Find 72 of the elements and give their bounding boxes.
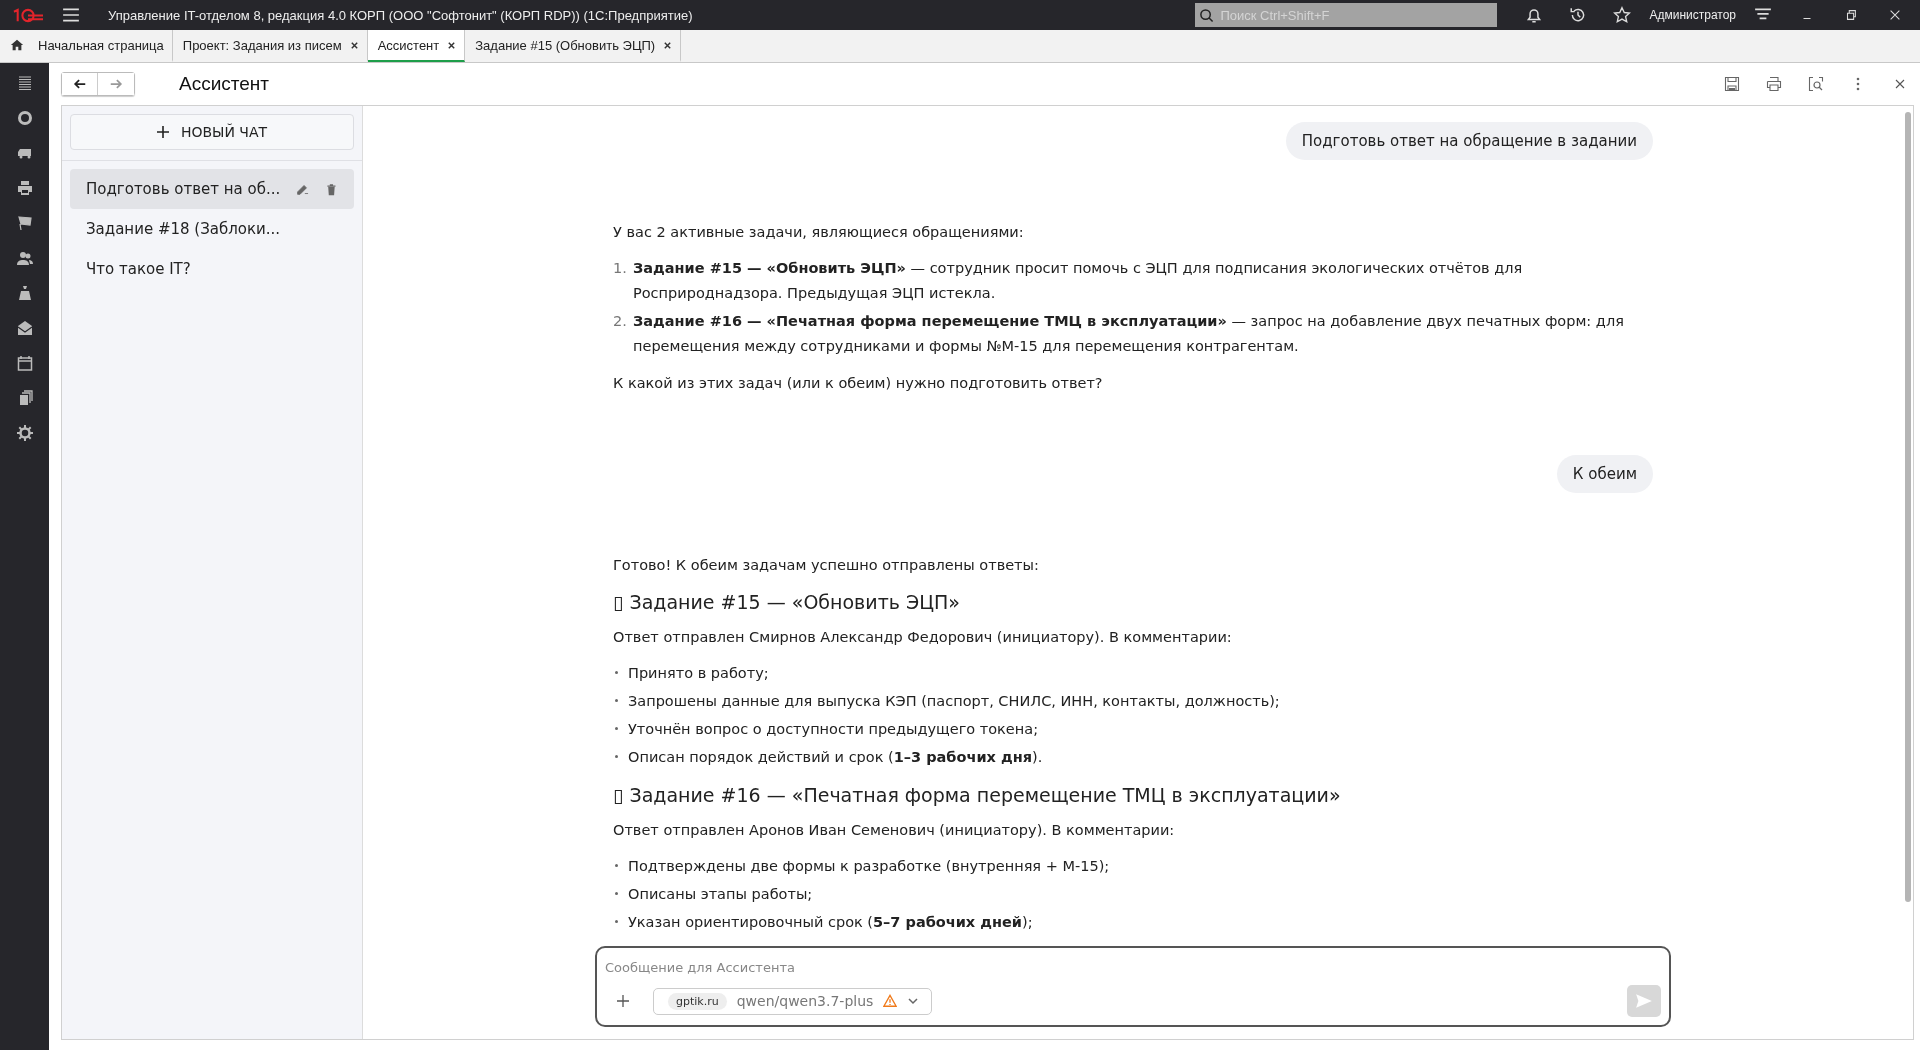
window-title: Управление IT-отделом 8, редакция 4.0 КОРП (ООО "Софтонит" (КОРП RDP)) (1С:Предприятие) (108, 7, 693, 23)
lifebuoy-icon[interactable] (16, 110, 33, 126)
list-number: 2. (613, 312, 628, 331)
chat-item[interactable]: Что такое IT? (70, 249, 354, 289)
page-title: Ассистент (179, 73, 270, 95)
list-item: Указан ориентировочный срок (5–7 рабочих дней); (628, 913, 1033, 932)
paragraph: Ответ отправлен Смирнов Александр Федорович (инициатору). В комментарии: (613, 628, 1233, 647)
close-icon[interactable] (663, 40, 673, 50)
bell-icon[interactable] (1525, 6, 1544, 24)
tab[interactable]: Проект: Задания из писем (172, 30, 368, 62)
message-composer[interactable]: Сообщение для Ассистента gptik.ru qwen/qwen3.7-plus (595, 946, 1671, 1027)
paragraph: У вас 2 активные задачи, являющиеся обращениями: (613, 223, 1025, 242)
paragraph: Готово! К обеим задачам успешно отправлены ответы: (613, 556, 1040, 575)
bullet-icon (615, 726, 618, 730)
list-item: Описан порядок действий и срок (1–3 рабочих дня). (628, 748, 1043, 767)
preview-icon[interactable] (1808, 76, 1824, 92)
close-icon[interactable] (447, 40, 457, 50)
new-chat-button[interactable]: НОВЫЙ ЧАТ (70, 114, 354, 150)
user-message: К обеим (1556, 455, 1653, 493)
send-icon (1635, 992, 1653, 1010)
printer-icon[interactable] (16, 180, 33, 196)
bullet-icon (615, 754, 618, 758)
back-button[interactable] (62, 73, 98, 95)
plus-icon[interactable] (617, 995, 629, 1007)
star-icon[interactable] (1613, 6, 1632, 24)
arrow-right-icon (109, 77, 123, 91)
tab[interactable]: Начальная страница (0, 30, 173, 62)
list-item: Принято в работу; (628, 664, 769, 683)
app-logo-icon (12, 7, 44, 23)
printer-icon[interactable] (1766, 76, 1782, 92)
money-bag-icon[interactable] (16, 285, 33, 301)
list-item: Задание #16 — «Печатная форма перемещение ТМЦ в эксплуатации» — запрос на добавление двух печатных форм: для перемещения между сотрудниками и формы №М-15 для перемещения контрагентам. (633, 312, 1625, 356)
users-icon[interactable] (16, 250, 33, 266)
section-heading: ▯ Задание #16 — «Печатная форма перемещение ТМЦ в эксплуатации» (613, 784, 1342, 806)
bullet-icon (615, 670, 618, 674)
save-icon[interactable] (1724, 76, 1740, 92)
list-item: Описаны этапы работы; (628, 885, 813, 904)
bullet-icon (615, 919, 618, 923)
tab[interactable]: Ассистент (367, 30, 466, 62)
close-icon[interactable] (349, 40, 359, 50)
list-item: Запрошены данные для выпуска КЭП (паспорт, СНИЛС, ИНН, контакты, должность); (628, 692, 1280, 711)
paragraph: Ответ отправлен Аронов Иван Семенович (инициатору). В комментарии: (613, 821, 1176, 840)
model-dropdown[interactable]: gptik.ru qwen/qwen3.7-plus (653, 987, 933, 1015)
trash-icon[interactable] (325, 181, 338, 197)
bullet-icon (615, 891, 618, 895)
section-heading: ▯ Задание #15 — «Обновить ЭЦП» (613, 591, 961, 613)
menu-icon[interactable] (62, 6, 80, 24)
list-icon[interactable] (16, 75, 33, 91)
arrow-left-icon (72, 77, 87, 91)
tab[interactable]: Задание #15 (Обновить ЭЦП) (465, 30, 682, 62)
paragraph: К какой из этих задач (или к обеим) нужно подготовить ответ? (613, 374, 1104, 393)
restore-icon[interactable] (1844, 8, 1858, 22)
search-icon (1199, 7, 1215, 23)
list-item: Задание #15 — «Обновить ЭЦП» — сотрудник просит помочь с ЭЦП для подписания экологических отчётов для Росприроднадзора. Предыдущая ЭЦП истекла. (633, 259, 1524, 303)
user-name[interactable]: Администратор (1649, 8, 1736, 22)
chevron-down-icon (907, 995, 920, 1007)
calendar-icon[interactable] (16, 355, 33, 371)
chat-item[interactable]: Задание #18 (Заблоки... (70, 209, 354, 249)
list-number: 1. (613, 259, 628, 278)
settings-icon[interactable] (16, 425, 33, 441)
plus-icon (156, 126, 169, 138)
chat-item[interactable]: Подготовь ответ на об... (70, 169, 354, 209)
user-message: Подготовь ответ на обращение в задании (1285, 122, 1653, 160)
list-item: Уточнён вопрос о доступности предыдущего токена; (628, 720, 1039, 739)
flag-icon[interactable] (16, 215, 33, 231)
list-item: Подтверждены две формы к разработке (внутренняя + М-15); (628, 857, 1110, 876)
provider-tag: gptik.ru (668, 992, 727, 1010)
home-icon (10, 38, 24, 52)
close-icon[interactable] (1888, 8, 1902, 22)
mail-icon[interactable] (16, 320, 33, 336)
bullet-icon (615, 863, 618, 867)
bullet-icon (615, 698, 618, 702)
